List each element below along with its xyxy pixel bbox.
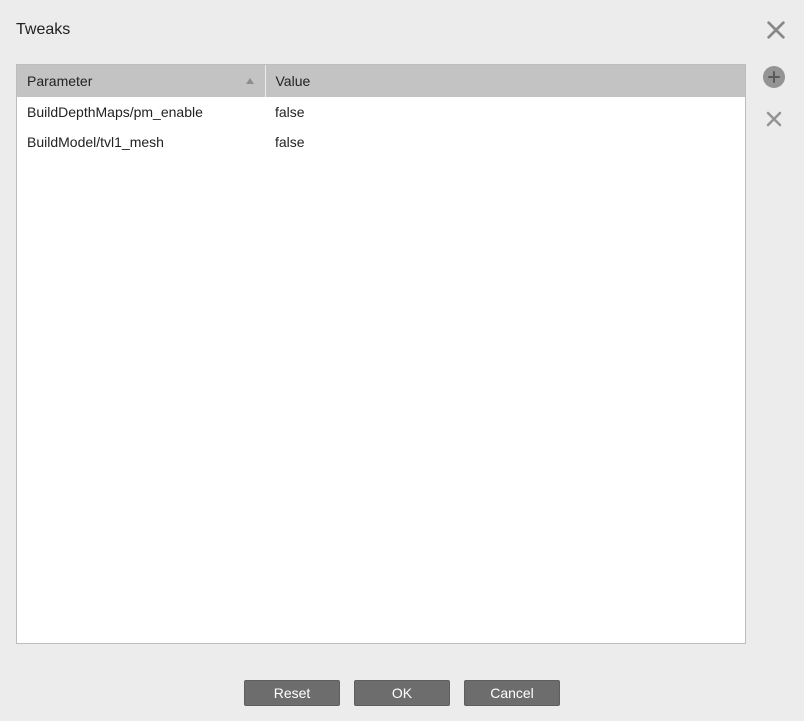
- cancel-button[interactable]: Cancel: [464, 680, 560, 706]
- table-row[interactable]: BuildModel/tvl1_mesh false: [17, 127, 745, 157]
- reset-button[interactable]: Reset: [244, 680, 340, 706]
- table-row[interactable]: BuildDepthMaps/pm_enable false: [17, 97, 745, 127]
- cell-value[interactable]: false: [265, 127, 745, 157]
- column-label: Value: [276, 73, 311, 89]
- side-action-bar: [760, 64, 788, 644]
- cell-parameter[interactable]: BuildDepthMaps/pm_enable: [17, 97, 265, 127]
- dialog-footer: Reset OK Cancel: [0, 665, 804, 721]
- sort-asc-icon: [245, 76, 255, 86]
- ok-button[interactable]: OK: [354, 680, 450, 706]
- dialog-body: Parameter Value BuildDepthMaps/pm_enable: [0, 52, 804, 644]
- column-header-value[interactable]: Value: [265, 65, 745, 97]
- tweaks-table[interactable]: Parameter Value BuildDepthMaps/pm_enable: [16, 64, 746, 644]
- column-label: Parameter: [27, 73, 92, 89]
- close-icon[interactable]: [764, 18, 788, 42]
- cell-parameter[interactable]: BuildModel/tvl1_mesh: [17, 127, 265, 157]
- cell-value[interactable]: false: [265, 97, 745, 127]
- tweaks-dialog: Tweaks Parameter Value: [0, 0, 804, 721]
- add-icon[interactable]: [763, 66, 785, 88]
- dialog-title: Tweaks: [16, 21, 70, 39]
- remove-icon[interactable]: [763, 108, 785, 130]
- column-header-parameter[interactable]: Parameter: [17, 65, 265, 97]
- table-header-row: Parameter Value: [17, 65, 745, 97]
- dialog-header: Tweaks: [0, 0, 804, 52]
